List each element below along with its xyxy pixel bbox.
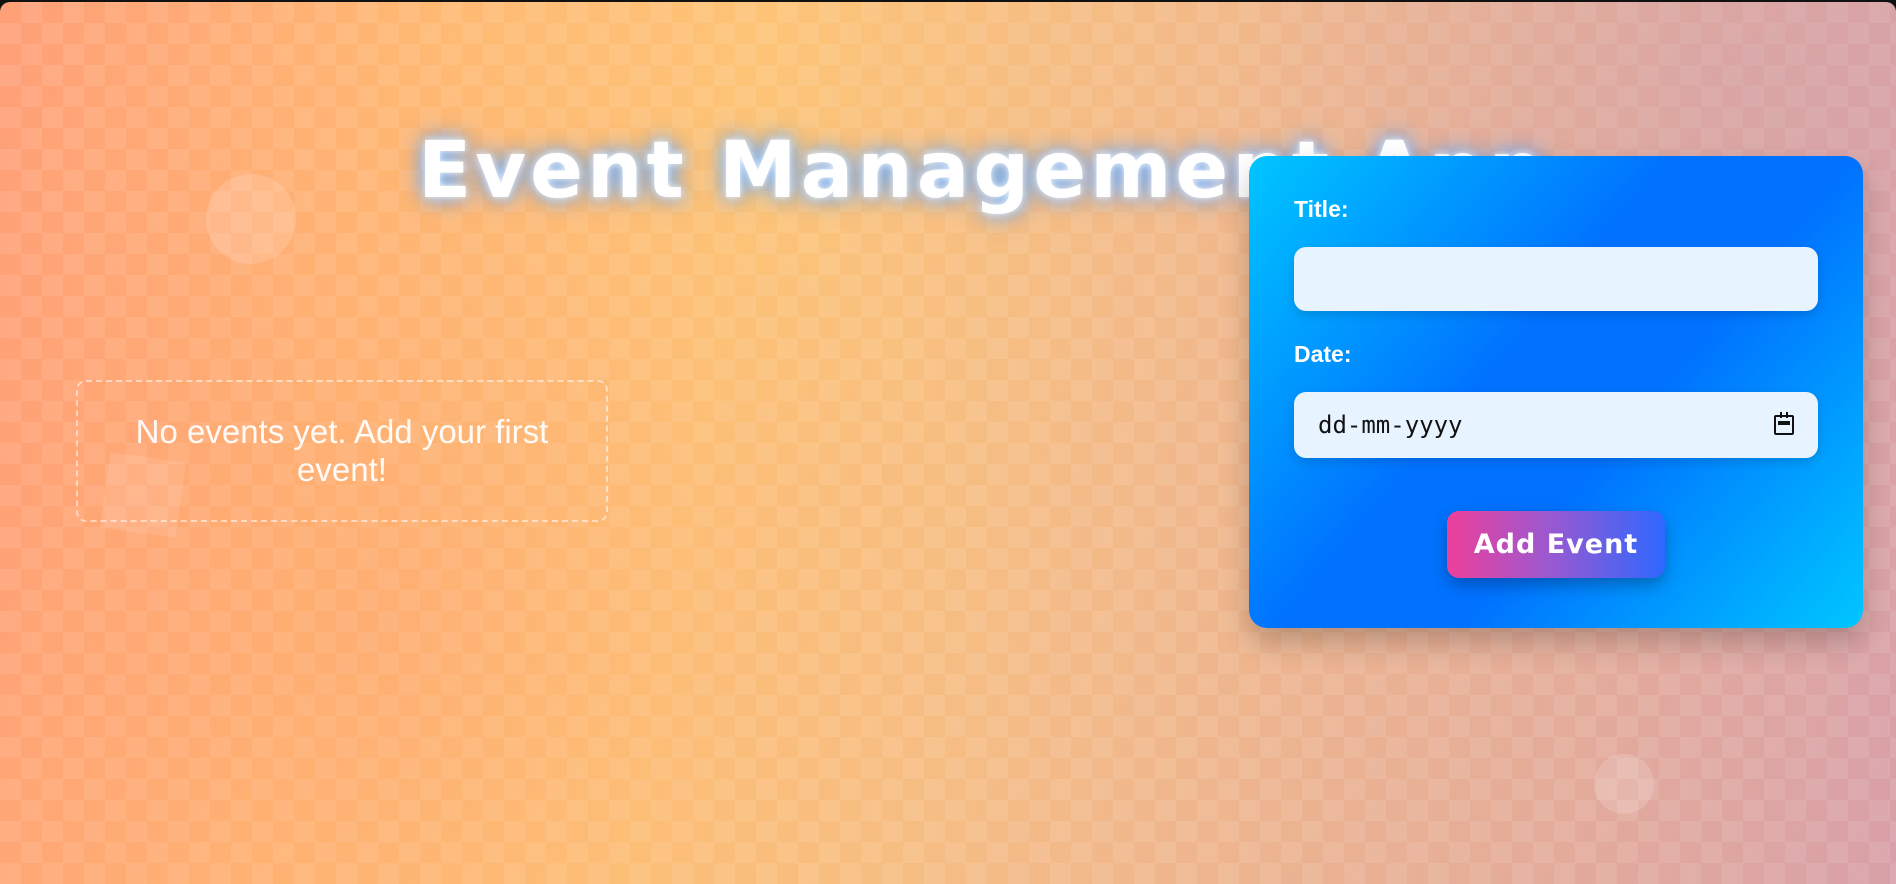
date-input[interactable]: dd-mm-yyyy (1294, 392, 1818, 458)
add-event-button[interactable]: Add Event (1447, 511, 1665, 578)
date-label: Date: (1294, 341, 1352, 367)
events-empty-state: No events yet. Add your first event! (76, 380, 608, 522)
decorative-circle (1594, 754, 1654, 814)
title-label: Title: (1294, 196, 1349, 222)
date-placeholder: dd-mm-yyyy (1318, 411, 1463, 439)
add-event-form: Title: Date: dd-mm-yyyy Add Event (1249, 156, 1863, 628)
app-window: Event Management App No events yet. Add … (0, 2, 1896, 884)
title-input[interactable] (1294, 247, 1818, 311)
empty-state-message: No events yet. Add your first event! (135, 413, 549, 488)
calendar-icon[interactable] (1774, 412, 1794, 435)
decorative-circle (206, 174, 296, 264)
